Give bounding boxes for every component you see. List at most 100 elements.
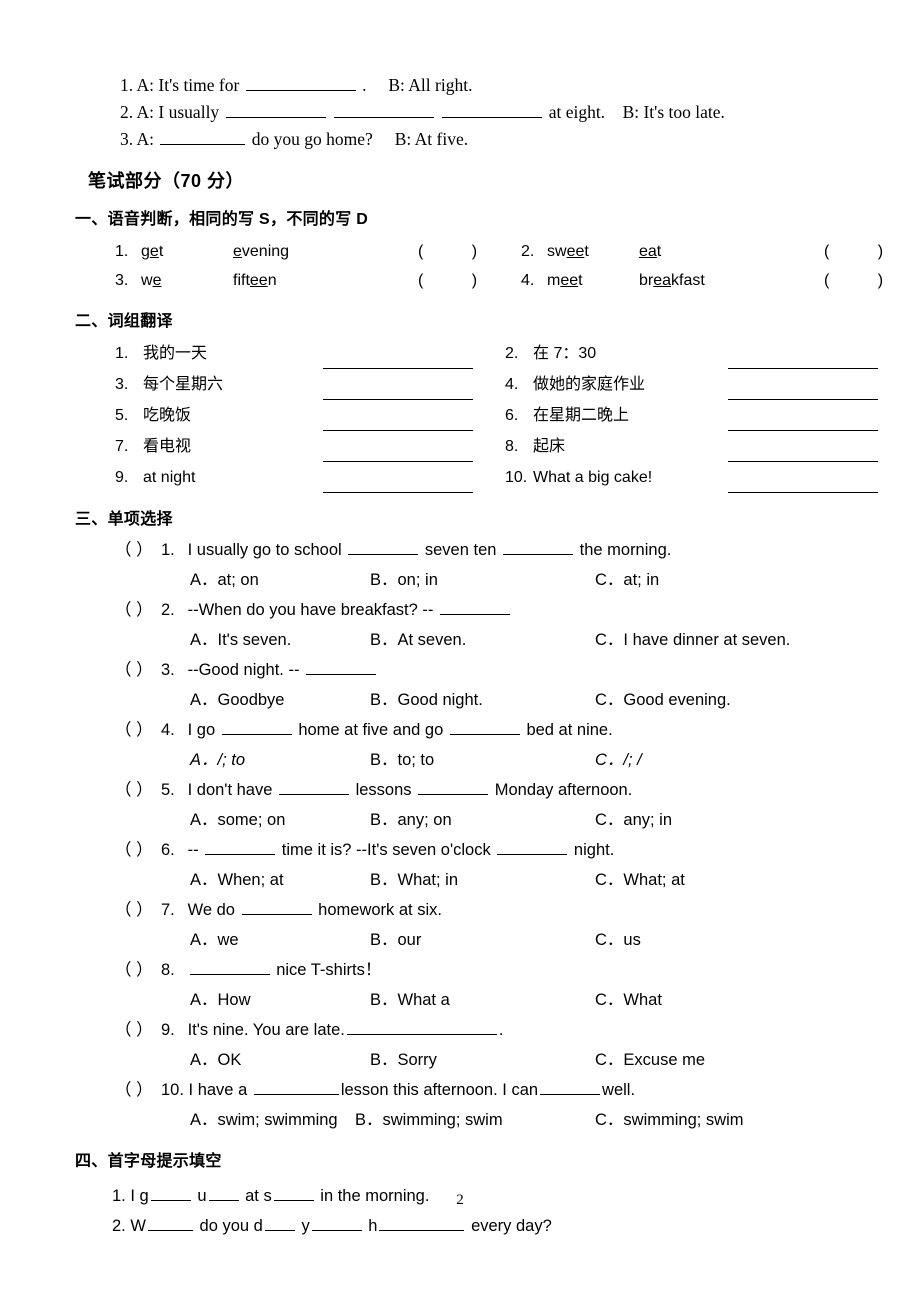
- mc-question-8-option-c[interactable]: C．What: [595, 985, 662, 1015]
- mc-question-9-answer-box[interactable]: （ ）: [115, 1015, 161, 1045]
- section-1-heading: 一、语音判断，相同的写 S，不同的写 D: [75, 211, 369, 228]
- fill-item-2-blank-3[interactable]: [311, 1214, 362, 1231]
- mc-question-7-option-a[interactable]: A．we: [190, 925, 370, 955]
- mc-question-1-blank-2[interactable]: [503, 538, 574, 555]
- translation-item-2-num: 2.: [505, 345, 519, 362]
- mc-question-6-blank-2[interactable]: [497, 838, 568, 855]
- mc-question-6-blank-1[interactable]: [205, 838, 276, 855]
- mc-question-5-option-a[interactable]: A．some; on: [190, 805, 370, 835]
- phonetics-item-4-answer-box[interactable]: ( ): [824, 266, 899, 295]
- translation-item-4-num: 4.: [505, 376, 519, 393]
- mc-question-10-answer-box[interactable]: （ ）: [115, 1075, 161, 1105]
- mc-question-9-blank-1[interactable]: [346, 1018, 497, 1035]
- phonetics-item-2-word2: eat: [639, 243, 662, 260]
- mc-question-4-option-a[interactable]: A．/; to: [190, 745, 370, 775]
- mc-question-2-option-a[interactable]: A．It's seven.: [190, 625, 370, 655]
- translation-item-1-answer-line[interactable]: [323, 349, 473, 369]
- mc-question-5-num: 5.: [161, 781, 175, 799]
- listening-item-3: 3. A: do you go home? B: At five.: [120, 126, 920, 153]
- translation-item-8: 8. 起床: [505, 431, 895, 462]
- mc-question-1-blank-1[interactable]: [348, 538, 419, 555]
- mc-question-4-option-b[interactable]: B．to; to: [370, 745, 595, 775]
- phonetics-item-3-num: 3.: [115, 272, 129, 289]
- mc-question-2-answer-box[interactable]: （ ）: [115, 595, 161, 625]
- mc-question-7-option-b[interactable]: B．our: [370, 925, 595, 955]
- listening-item-3-after: do you go home?: [251, 129, 373, 149]
- translation-item-5-num: 5.: [115, 407, 129, 424]
- translation-item-4-answer-line[interactable]: [728, 380, 878, 400]
- mc-question-2-option-c[interactable]: C．I have dinner at seven.: [595, 625, 790, 655]
- translation-item-2-answer-line[interactable]: [728, 349, 878, 369]
- mc-question-3-option-b[interactable]: B．Good night.: [370, 685, 595, 715]
- phonetics-item-2: 2. sweet eat ( ): [521, 237, 899, 266]
- mc-question-3-option-c[interactable]: C．Good evening.: [595, 685, 731, 715]
- fill-item-2-blank-2[interactable]: [264, 1214, 295, 1231]
- mc-question-10-option-c[interactable]: C．swimming; swim: [595, 1105, 744, 1135]
- phonetics-item-3-word2: fifteen: [233, 272, 277, 289]
- listening-item-3-blank[interactable]: [160, 127, 246, 145]
- mc-question-2-blank-1[interactable]: [439, 598, 510, 615]
- mc-question-6-option-b[interactable]: B．What; in: [370, 865, 595, 895]
- mc-question-7-answer-box[interactable]: （ ）: [115, 895, 161, 925]
- mc-question-1-option-a[interactable]: A．at; on: [190, 565, 370, 595]
- mc-question-9-option-b[interactable]: B．Sorry: [370, 1045, 595, 1075]
- mc-question-10-blank-2[interactable]: [540, 1078, 601, 1095]
- mc-question-4-blank-1[interactable]: [221, 718, 292, 735]
- translation-item-10-answer-line[interactable]: [728, 473, 878, 493]
- translation-row: 1. 我的一天 2. 在 7：30: [115, 338, 920, 369]
- mc-question-4-option-c[interactable]: C．/; /: [595, 745, 642, 775]
- mc-question-1-option-b[interactable]: B．on; in: [370, 565, 595, 595]
- translation-item-5-answer-line[interactable]: [323, 411, 473, 431]
- phonetics-item-1-answer-box[interactable]: ( ): [418, 237, 493, 266]
- mc-question-9-option-c[interactable]: C．Excuse me: [595, 1045, 705, 1075]
- mc-question-9-options: A．OK B．Sorry C．Excuse me: [115, 1045, 920, 1075]
- mc-question-1-option-c[interactable]: C．at; in: [595, 565, 659, 595]
- mc-question-8-answer-box[interactable]: （ ）: [115, 955, 161, 985]
- mc-question-10-option-b[interactable]: B．swimming; swim: [355, 1105, 595, 1135]
- phonetics-item-3-answer-box[interactable]: ( ): [418, 266, 493, 295]
- mc-question-10-option-a[interactable]: A．swim; swimming: [190, 1105, 355, 1135]
- mc-question-6-option-c[interactable]: C．What; at: [595, 865, 685, 895]
- translation-item-7-num: 7.: [115, 438, 129, 455]
- mc-question-3-blank-1[interactable]: [306, 658, 377, 675]
- translation-item-8-answer-line[interactable]: [728, 442, 878, 462]
- mc-question-7-option-c[interactable]: C．us: [595, 925, 641, 955]
- mc-question-9-option-a[interactable]: A．OK: [190, 1045, 370, 1075]
- listening-item-2-blank-3[interactable]: [442, 100, 543, 118]
- listening-item-2-blank-1[interactable]: [225, 100, 326, 118]
- fill-item-2-blank-4[interactable]: [379, 1214, 465, 1231]
- mc-question-5-option-c[interactable]: C．any; in: [595, 805, 672, 835]
- phonetics-item-2-answer-box[interactable]: ( ): [824, 237, 899, 266]
- mc-question-8-blank-1[interactable]: [189, 958, 270, 975]
- mc-question-6-option-a[interactable]: A．When; at: [190, 865, 370, 895]
- mc-question-3-answer-box[interactable]: （ ）: [115, 655, 161, 685]
- mc-question-1-num: 1.: [161, 541, 175, 559]
- listening-item-1-blank[interactable]: [245, 73, 356, 91]
- listening-item-2-blank-2[interactable]: [333, 100, 434, 118]
- mc-question-8-option-b[interactable]: B．What a: [370, 985, 595, 1015]
- mc-question-5-blank-1[interactable]: [278, 778, 349, 795]
- translation-item-9-answer-line[interactable]: [323, 473, 473, 493]
- mc-question-7-stem-b: homework at six.: [318, 901, 442, 919]
- mc-question-4-blank-2[interactable]: [449, 718, 520, 735]
- translation-item-7-answer-line[interactable]: [323, 442, 473, 462]
- mc-question-10-blank-1[interactable]: [253, 1078, 339, 1095]
- mc-question-4-answer-box[interactable]: （ ）: [115, 715, 161, 745]
- mc-question-1-answer-box[interactable]: （ ）: [115, 535, 161, 565]
- mc-question-4-stem-a: I go: [187, 721, 216, 739]
- phonetics-item-3-word1: we: [141, 272, 162, 289]
- mc-question-5-answer-box[interactable]: （ ）: [115, 775, 161, 805]
- mc-question-5-blank-2[interactable]: [418, 778, 489, 795]
- translation-item-4-prompt: 做她的家庭作业: [533, 376, 646, 393]
- mc-question-8-option-a[interactable]: A．How: [190, 985, 370, 1015]
- mc-question-3-option-a[interactable]: A．Goodbye: [190, 685, 370, 715]
- fill-item-2-blank-1[interactable]: [147, 1214, 193, 1231]
- mc-question-5-option-b[interactable]: B．any; on: [370, 805, 595, 835]
- mc-question-2-option-b[interactable]: B．At seven.: [370, 625, 595, 655]
- translation-item-3-answer-line[interactable]: [323, 380, 473, 400]
- mc-question-6-answer-box[interactable]: （ ）: [115, 835, 161, 865]
- mc-question-7-blank-1[interactable]: [241, 898, 312, 915]
- translation-item-6-answer-line[interactable]: [728, 411, 878, 431]
- mc-question-2-num: 2.: [161, 601, 175, 619]
- mc-question-1: （ ） 1. I usually go to school seven ten t…: [115, 535, 920, 565]
